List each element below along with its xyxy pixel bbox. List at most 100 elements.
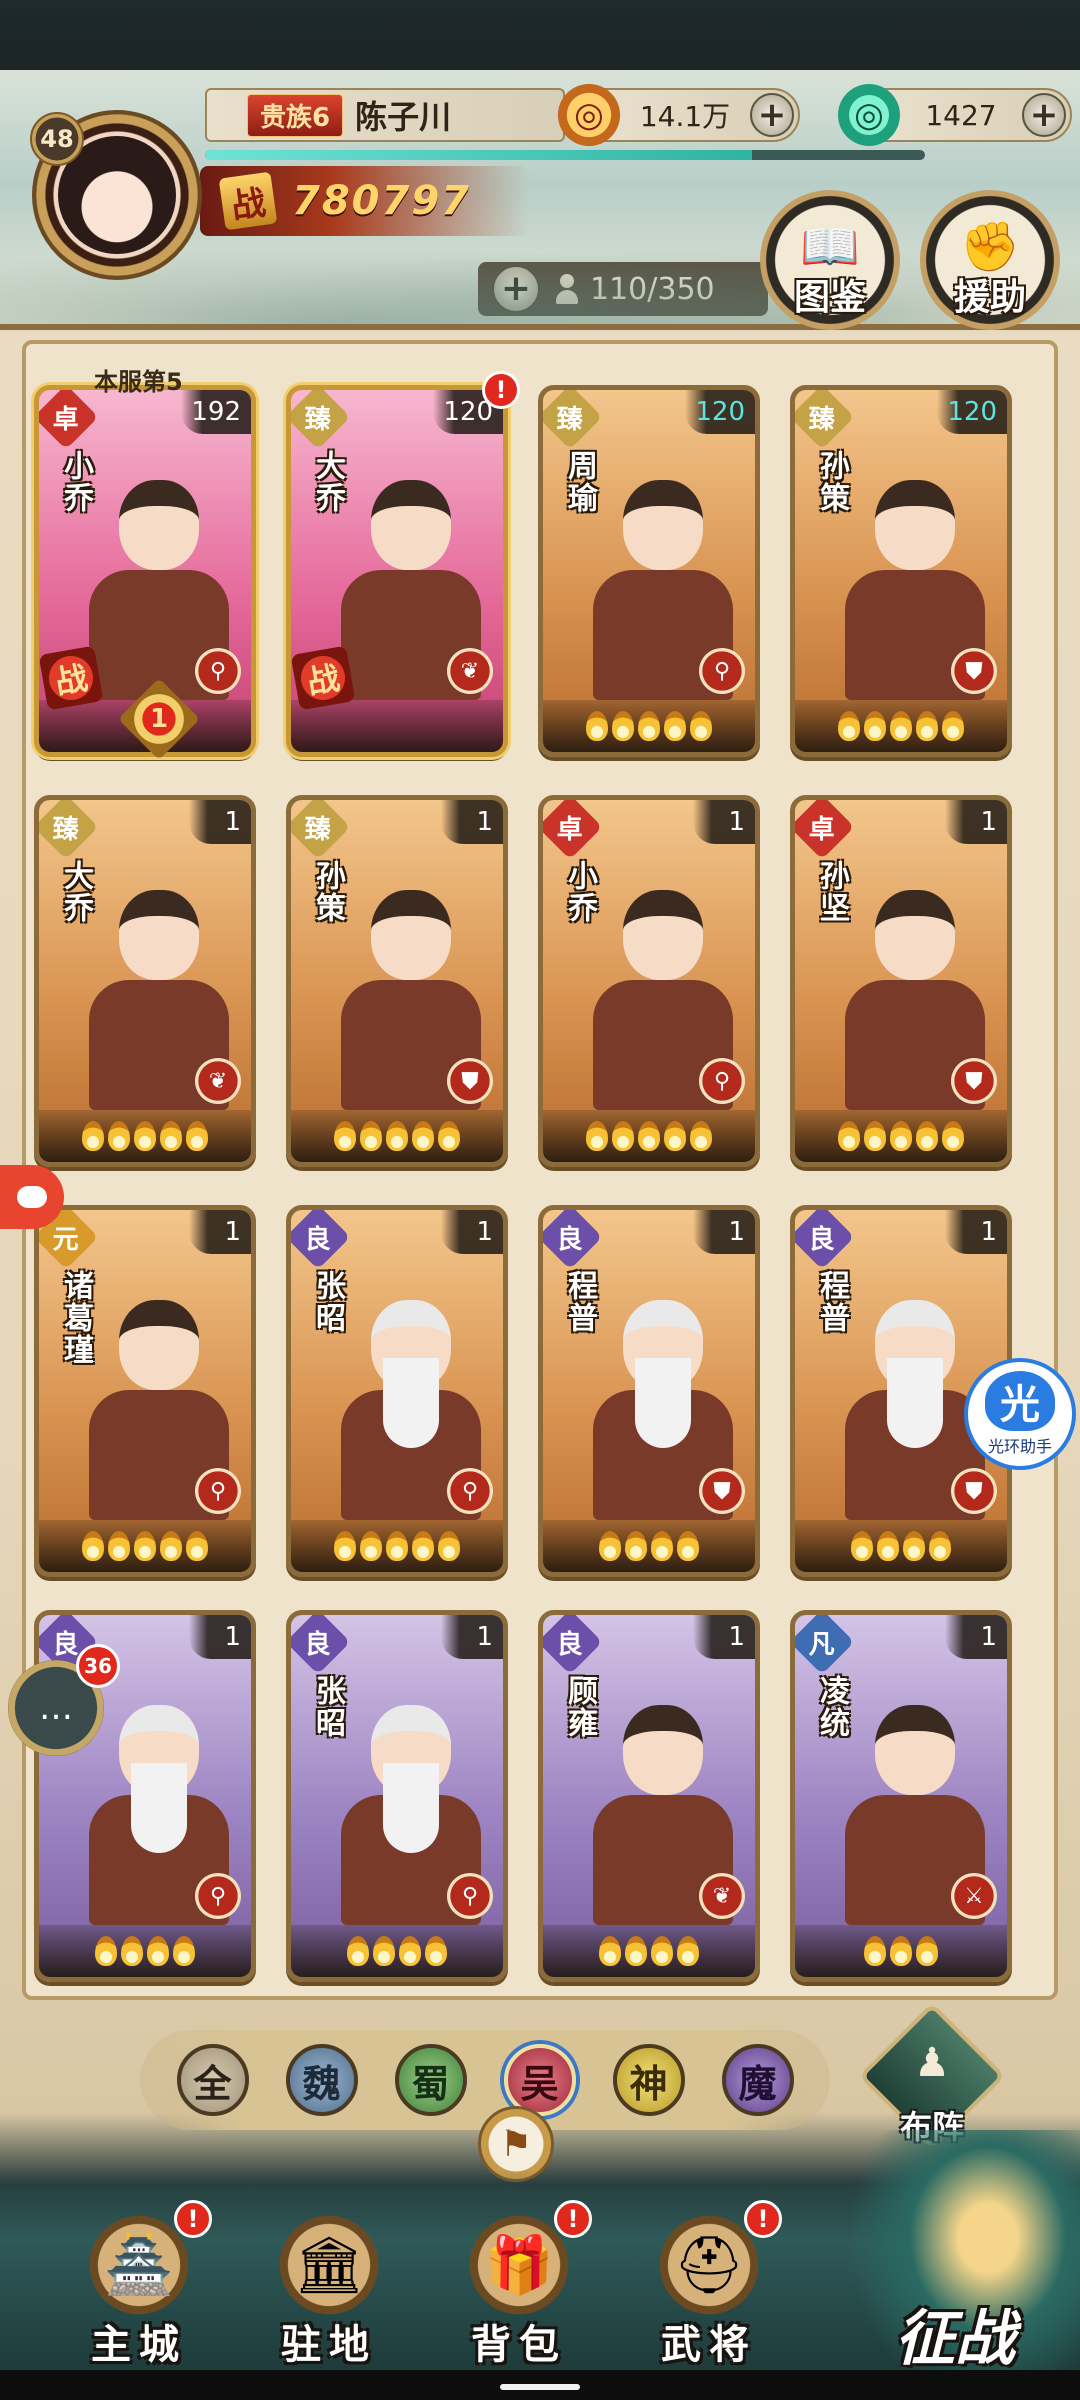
group-icon: ♟ (914, 2040, 950, 2086)
hero-card[interactable]: 臻孙策 120 ⛊ (790, 385, 1012, 757)
filter-shu-button[interactable]: 蜀 (394, 2044, 467, 2116)
portrait-head (623, 1705, 703, 1795)
hero-grade-text: 良 (808, 1224, 836, 1255)
add-gold-button[interactable]: + (750, 93, 794, 137)
filter-mo-button[interactable]: 魔 (721, 2044, 794, 2116)
hero-grade-badge: 卓 (543, 800, 603, 860)
hero-star-row (39, 1925, 251, 1977)
floating-tool-icon[interactable] (0, 1165, 64, 1229)
hero-grade-badge: 良 (543, 1210, 603, 1270)
star-flame-icon (147, 1936, 169, 1966)
hero-card[interactable]: 臻大乔 1 ❦ (34, 795, 256, 1167)
star-flame-icon (864, 711, 886, 741)
portrait-head (875, 890, 955, 980)
hero-star-row (543, 1520, 755, 1572)
star-flame-icon (864, 1936, 886, 1966)
heal-role-icon: ❦ (195, 1058, 241, 1104)
codex-button[interactable]: 📖 图鉴 (760, 190, 900, 330)
star-flame-icon (942, 711, 964, 741)
hero-card[interactable]: 卓小乔 1 ⚲ (538, 795, 760, 1167)
star-flame-icon (386, 1531, 408, 1561)
heal-role-icon: ❦ (447, 648, 493, 694)
fist-icon: ✊ (960, 219, 1020, 275)
hero-grade-badge: 良 (291, 1615, 351, 1675)
hero-card[interactable]: 卓孙坚 1 ⛊ (790, 795, 1012, 1167)
star-flame-icon (334, 1121, 356, 1151)
assistant-icon: 光 (985, 1371, 1055, 1431)
hero-star-row (795, 1925, 1007, 1977)
hero-grade-text: 卓 (808, 814, 836, 845)
star-flame-icon (425, 1936, 447, 1966)
hero-level: 120 (937, 390, 1007, 434)
star-flame-icon (864, 1121, 886, 1151)
hero-star-row (543, 700, 755, 752)
hero-name: 大乔 (310, 450, 345, 514)
shield-role-icon: ⛊ (699, 1468, 745, 1514)
gold-amount: 14.1万 (639, 100, 731, 133)
portrait-head (119, 1300, 199, 1390)
filter-all-button[interactable]: 全 (176, 2044, 249, 2116)
game-screen: 48 贵族6 陈子川 ◎ 14.1万 + ◎ 1427 + 战 780797 +… (0, 0, 1080, 2400)
star-flame-icon (438, 1531, 460, 1561)
hero-grade-text: 良 (556, 1629, 584, 1660)
hero-star-row (291, 1110, 503, 1162)
star-flame-icon (360, 1121, 382, 1151)
star-flame-icon (851, 1531, 873, 1561)
star-flame-icon (599, 1936, 621, 1966)
hero-grade-badge: 良 (291, 1210, 351, 1270)
hero-grade-badge: 卓 (795, 800, 855, 860)
hero-name: 诸葛瑾 (58, 1270, 93, 1366)
hero-level: 192 (181, 390, 251, 434)
jade-amount: 1427 (925, 98, 997, 132)
hero-name: 周瑜 (562, 450, 597, 514)
portrait-head (119, 480, 199, 570)
star-flame-icon (160, 1531, 182, 1561)
star-flame-icon (360, 1531, 382, 1561)
vip-badge: 贵族6 (247, 93, 344, 137)
hero-card[interactable]: 臻周瑜 120 ⚲ (538, 385, 760, 757)
hero-level: 1 (189, 800, 251, 844)
faction-filter-bar: 全魏蜀吴神魔 (140, 2030, 830, 2130)
hero-card[interactable]: 良张昭 1 ⚲ (286, 1205, 508, 1577)
hero-card[interactable]: 臻孙策 1 ⛊ (286, 795, 508, 1167)
hero-grade-text: 卓 (556, 814, 584, 845)
in-battle-tag: 战 (291, 645, 356, 711)
combat-power: 战 780797 (200, 166, 530, 236)
hero-grade-badge: 臻 (543, 390, 603, 450)
filter-shen-button[interactable]: 神 (612, 2044, 685, 2116)
hero-star-row (543, 1925, 755, 1977)
nav-label: 主城 (91, 2322, 187, 2368)
hero-name: 程普 (562, 1270, 597, 1334)
add-jade-button[interactable]: + (1022, 93, 1066, 137)
hero-star-row (291, 700, 503, 752)
hero-card[interactable]: 元诸葛瑾 1 ⚲ (34, 1205, 256, 1577)
star-flame-icon (903, 1531, 925, 1561)
person-icon (554, 274, 580, 304)
hero-name: 小乔 (58, 450, 93, 514)
hero-grade-badge: 良 (795, 1210, 855, 1270)
hero-grade-text: 凡 (808, 1629, 836, 1660)
nav-item-2[interactable]: 🏛 驻地 (254, 2190, 404, 2370)
hero-grade-text: 臻 (556, 404, 584, 435)
hero-card[interactable]: 臻大乔 120 ❦ 战 (286, 385, 508, 757)
alert-badge-icon: ! (554, 2200, 592, 2238)
assistant-float-button[interactable]: 光 光环助手 (964, 1358, 1076, 1470)
portrait-head (371, 480, 451, 570)
star-flame-icon (890, 1121, 912, 1151)
expand-roster-button[interactable]: + (492, 265, 540, 313)
skill-role-icon: ⚲ (195, 1873, 241, 1919)
hero-card[interactable]: 良张昭 1 ⚲ (286, 1610, 508, 1982)
star-flame-icon (334, 1531, 356, 1561)
filter-wei-button[interactable]: 魏 (285, 2044, 358, 2116)
portrait-beard (383, 1358, 439, 1448)
hero-card[interactable]: 良程普 1 ⛊ (538, 1205, 760, 1577)
system-navigation-bar (0, 2370, 1080, 2400)
hero-card[interactable]: 良顾雍 1 ❦ (538, 1610, 760, 1982)
star-flame-icon (121, 1936, 143, 1966)
star-flame-icon (173, 1936, 195, 1966)
assist-button[interactable]: ✊ 援助 (920, 190, 1060, 330)
star-flame-icon (373, 1936, 395, 1966)
hero-card[interactable]: 凡凌统 1 ⚔ (790, 1610, 1012, 1982)
star-flame-icon (651, 1936, 673, 1966)
home-handle[interactable] (500, 2384, 580, 2390)
